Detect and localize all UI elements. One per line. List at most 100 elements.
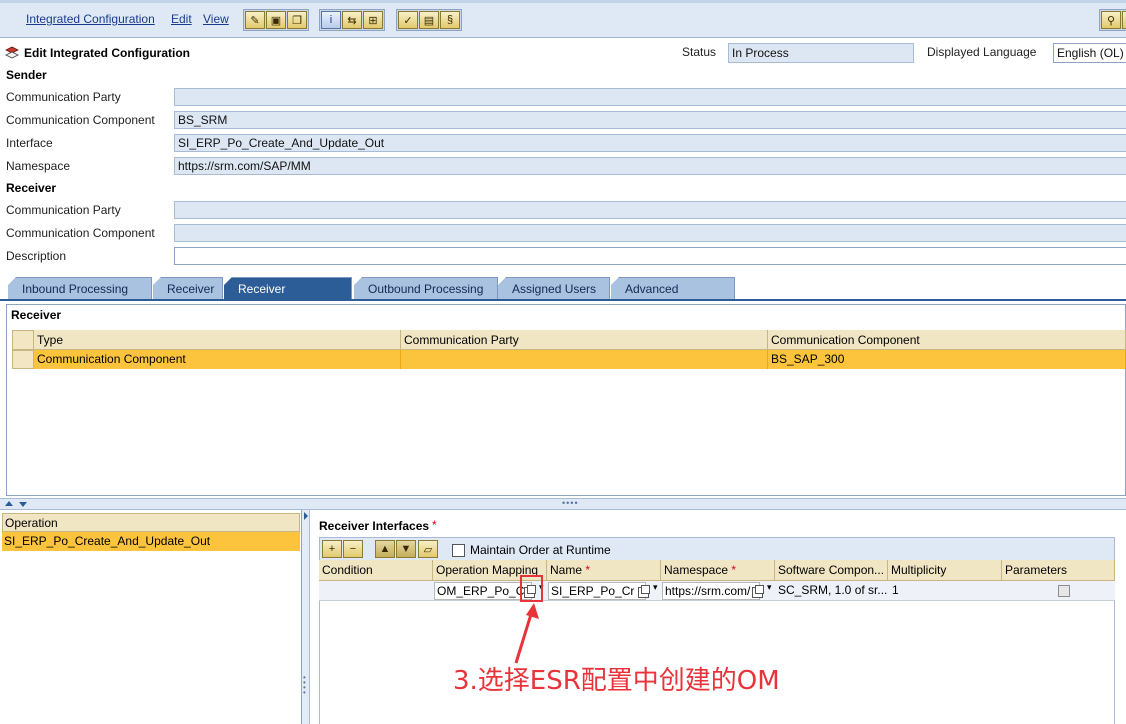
edit-pencil-icon[interactable]: ✎ [245,11,265,29]
operation-header: Operation [2,513,300,532]
vertical-splitter[interactable]: • • • • [302,510,310,724]
move-up-icon[interactable]: ▲ [375,540,395,558]
sender-namespace-label: Namespace [6,159,71,173]
sender-party-field[interactable] [174,88,1126,106]
tab-underline [0,299,1126,301]
name-dropdown-arrow-icon[interactable]: ▾ [653,582,658,593]
receiver-heading: Receiver [6,181,57,195]
description-field[interactable] [174,247,1126,265]
where-used-icon[interactable]: ⇆ [342,11,362,29]
column-header-parameters[interactable]: Parameters [1002,560,1115,581]
tab-advanced-settings[interactable]: Advanced Settings [611,277,735,299]
move-down-icon[interactable]: ▼ [396,540,416,558]
column-header-multiplicity[interactable]: Multiplicity [888,560,1002,581]
sender-party-label: Communication Party [6,90,121,104]
cell-software-component: SC_SRM, 1.0 of sr... [778,583,888,597]
options-icon[interactable]: ▾ [1122,11,1126,29]
operation-row[interactable]: SI_ERP_Po_Create_And_Update_Out [2,532,300,551]
toolbar-test-group: ✓ ▤ § [396,9,462,31]
toolbar-right-group: ⚲ ▾ [1099,9,1126,31]
column-header-communication-component[interactable]: Communication Component [768,330,1126,350]
receiver-party-field[interactable] [174,201,1126,219]
namespace-dropdown-arrow-icon[interactable]: ▾ [767,582,772,593]
description-label: Description [6,249,67,263]
menu-integrated-configuration[interactable]: Integrated Configuration [26,12,155,26]
menu-edit[interactable]: Edit [171,12,192,26]
tab-inbound-processing[interactable]: Inbound Processing [8,277,152,299]
cell-name[interactable]: SI_ERP_Po_Cr [548,582,646,600]
structure-icon[interactable]: ⊞ [363,11,383,29]
table-cell-component[interactable]: BS_SAP_300 [768,350,1126,369]
tab-outbound-processing[interactable]: Outbound Processing [354,277,498,299]
sender-interface-label: Interface [6,136,53,150]
receiver-component-field[interactable] [174,224,1126,242]
copy-icon[interactable]: ❐ [287,11,307,29]
sender-heading: Sender [6,68,47,82]
save-icon[interactable]: ▣ [266,11,286,29]
column-header-type[interactable]: Type [34,330,401,350]
vertical-grip-icon[interactable]: • • • • [303,674,306,697]
row-selector[interactable] [12,350,34,369]
tab-assigned-users[interactable]: Assigned Users [498,277,610,299]
sender-namespace-field[interactable]: https://srm.com/SAP/MM [174,157,1126,175]
script-icon[interactable]: § [440,11,460,29]
namespace-value-help-icon[interactable] [752,585,764,598]
receiver-table-heading: Receiver [11,308,62,322]
name-required-marker: * [585,563,591,577]
annotation-text: 3.选择ESR配置中创建的OM [453,666,780,696]
highlight-box [520,575,543,602]
integrated-configuration-icon [5,46,19,59]
insert-row-icon[interactable]: + [322,540,342,558]
tab-receiver-interfaces[interactable]: Receiver Interfaces [224,277,352,299]
delete-row-icon[interactable]: − [343,540,363,558]
namespace-required-marker: * [731,563,737,577]
table-cell-type[interactable]: Communication Component [34,350,401,369]
page-title-row: Edit Integrated Configuration [4,45,190,61]
sender-interface-field[interactable]: SI_ERP_Po_Create_And_Update_Out [174,134,1126,152]
toolbar-info-group: i ⇆ ⊞ [319,9,385,31]
menu-bar-top-border [0,0,1126,3]
status-label: Status [682,45,717,59]
check-icon[interactable]: ✓ [398,11,418,29]
info-icon[interactable]: i [321,11,341,29]
cell-namespace[interactable]: https://srm.com/ [662,582,760,600]
column-header-namespace[interactable]: Namespace * [661,560,775,581]
displayed-language-label: Displayed Language [927,45,1037,59]
tab-receiver[interactable]: Receiver [153,277,223,299]
parameters-checkbox[interactable] [1058,585,1070,597]
display-mode-icon[interactable]: ⚲ [1101,11,1121,29]
toolbar-edit-group: ✎ ▣ ❐ [243,9,309,31]
operation-panel: Operation SI_ERP_Po_Create_And_Update_Ou… [0,510,302,724]
sender-component-label: Communication Component [6,113,155,127]
cell-condition[interactable] [319,582,433,600]
status-field: In Process [728,43,914,63]
grid-toolbar: + − ▲ ▼ ▱ Maintain Order at Runtime [319,537,1115,561]
maintain-order-label: Maintain Order at Runtime [470,543,611,557]
column-header-name[interactable]: Name * [547,560,661,581]
open-folder-icon[interactable]: ▱ [418,540,438,558]
maintain-order-checkbox[interactable] [452,544,465,557]
table-icon[interactable]: ▤ [419,11,439,29]
name-header-label: Name [550,563,583,577]
receiver-component-label: Communication Component [6,226,155,240]
splitter-arrow-icon[interactable] [302,510,310,550]
namespace-header-label: Namespace [664,563,729,577]
row-selector-header [12,330,34,350]
page-title: Edit Integrated Configuration [24,46,190,60]
column-header-software-component[interactable]: Software Compon... [775,560,888,581]
column-header-condition[interactable]: Condition [319,560,433,581]
cell-operation-mapping[interactable]: OM_ERP_Po_C [434,582,532,600]
name-value-help-icon[interactable] [638,585,650,598]
collapse-arrows-icon[interactable] [4,499,34,509]
horizontal-splitter[interactable]: •••• [0,498,1126,510]
receiver-interfaces-heading: Receiver Interfaces [319,519,430,533]
sender-component-field[interactable]: BS_SRM [174,111,1126,129]
column-header-communication-party[interactable]: Communication Party [401,330,768,350]
menu-view[interactable]: View [203,12,229,26]
table-cell-party[interactable] [401,350,768,369]
displayed-language-select[interactable]: English (OL) [1053,43,1126,63]
required-marker: * [432,518,437,532]
splitter-grip-icon[interactable]: •••• [562,498,579,508]
cell-multiplicity[interactable]: 1 [890,582,1002,600]
menu-bar: Integrated Configuration Edit View ✎ ▣ ❐… [0,0,1126,38]
